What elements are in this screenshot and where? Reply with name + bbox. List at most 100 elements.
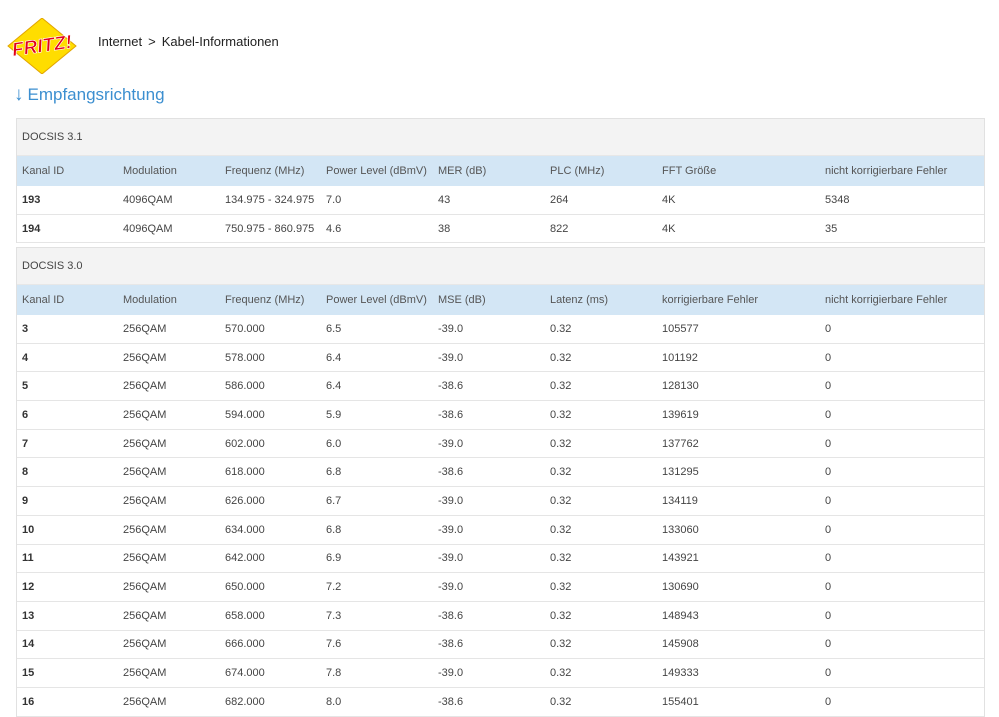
docsis31-panel: DOCSIS 3.1 Kanal ID Modulation Frequenz (M… [16, 118, 985, 244]
table-cell: 194 [17, 214, 118, 244]
table-cell: 0.32 [545, 572, 657, 602]
table-cell: 35 [820, 214, 984, 244]
table-cell: -39.0 [433, 658, 545, 688]
table-cell: 137762 [657, 429, 820, 459]
table-cell: 256QAM [118, 400, 220, 430]
column-header: Latenz (ms) [545, 285, 657, 315]
table-cell: 6.5 [321, 315, 433, 344]
fritz-logo-icon: FRITZ! [7, 17, 77, 75]
table-cell: 586.000 [220, 371, 321, 402]
table-cell: 130690 [657, 572, 820, 602]
table-cell: -38.6 [433, 630, 545, 660]
table-cell: 143921 [657, 544, 820, 574]
docsis30-title: DOCSIS 3.0 [17, 248, 984, 285]
table-cell: 256QAM [118, 486, 220, 516]
table-cell: 134119 [657, 486, 820, 516]
table-cell: 5.9 [321, 400, 433, 430]
table-cell: 7.8 [321, 658, 433, 688]
table-cell: 0.32 [545, 400, 657, 430]
table-cell: 101192 [657, 343, 820, 373]
table-cell: 0.32 [545, 315, 657, 344]
table-cell: 6.8 [321, 457, 433, 488]
table-cell: 618.000 [220, 457, 321, 488]
table-cell: 0.32 [545, 630, 657, 660]
table-cell: 0.32 [545, 343, 657, 373]
table-cell: 256QAM [118, 343, 220, 373]
table-cell: 0 [820, 457, 984, 488]
table-cell: 256QAM [118, 371, 220, 402]
docsis30-table: Kanal ID Modulation Frequenz (MHz) Power Le… [17, 285, 984, 717]
table-cell: 6 [17, 400, 118, 430]
table-cell: 4K [657, 214, 820, 244]
table-cell: -38.6 [433, 371, 545, 402]
column-header: MSE (dB) [433, 285, 545, 315]
table-cell: 822 [545, 214, 657, 244]
table-cell: -38.6 [433, 457, 545, 488]
table-cell: 139619 [657, 400, 820, 430]
table-cell: 148943 [657, 601, 820, 631]
breadcrumb-separator: > [148, 34, 156, 49]
table-cell: 0.32 [545, 457, 657, 488]
table-cell: 105577 [657, 315, 820, 344]
table-row: 16 256QAM 682.000 8.0 -38.6 0.32 155401 0 [17, 687, 984, 717]
table-cell: 256QAM [118, 515, 220, 545]
table-cell: 155401 [657, 687, 820, 717]
table-cell: 11 [17, 544, 118, 574]
table-cell: 7.3 [321, 601, 433, 631]
table-cell: 5348 [820, 186, 984, 215]
column-header: nicht korrigierbare Fehler [820, 156, 984, 186]
column-header: korrigierbare Fehler [657, 285, 820, 315]
table-cell: 0.32 [545, 486, 657, 516]
table-cell: 0 [820, 343, 984, 373]
table-cell: 570.000 [220, 315, 321, 344]
table-cell: 256QAM [118, 457, 220, 488]
breadcrumb: Internet > Kabel-Informationen [98, 34, 279, 49]
table-cell: 650.000 [220, 572, 321, 602]
docsis30-panel: DOCSIS 3.0 Kanal ID Modulation Frequenz (M… [16, 247, 985, 717]
table-cell: 7.2 [321, 572, 433, 602]
table-cell: 8 [17, 457, 118, 488]
column-header: Power Level (dBmV) [321, 156, 433, 186]
section-title[interactable]: ↓ Empfangsrichtung [14, 84, 165, 106]
table-cell: 4K [657, 186, 820, 215]
docsis31-table: Kanal ID Modulation Frequenz (MHz) Power Le… [17, 156, 984, 244]
table-cell: 578.000 [220, 343, 321, 373]
table-row: 5 256QAM 586.000 6.4 -38.6 0.32 128130 0 [17, 371, 984, 402]
table-cell: -38.6 [433, 400, 545, 430]
table-cell: 7.0 [321, 186, 433, 215]
table-cell: 256QAM [118, 658, 220, 688]
table-cell: -38.6 [433, 601, 545, 631]
table-cell: 0 [820, 486, 984, 516]
table-cell: 128130 [657, 371, 820, 402]
table-cell: 7 [17, 429, 118, 459]
table-row: 13 256QAM 658.000 7.3 -38.6 0.32 148943 0 [17, 601, 984, 631]
table-cell: 0 [820, 601, 984, 631]
table-row: 4 256QAM 578.000 6.4 -39.0 0.32 101192 0 [17, 343, 984, 373]
column-header: Power Level (dBmV) [321, 285, 433, 315]
table-cell: 666.000 [220, 630, 321, 660]
column-header: Frequenz (MHz) [220, 156, 321, 186]
table-row: 194 4096QAM 750.975 - 860.975 4.6 38 822 4K 35 [17, 214, 984, 244]
table-cell: 134.975 - 324.975 [220, 186, 321, 215]
table-cell: 256QAM [118, 572, 220, 602]
table-cell: 0 [820, 572, 984, 602]
fritz-logo[interactable]: FRITZ! [6, 17, 78, 75]
table-cell: 0 [820, 515, 984, 545]
table-cell: 13 [17, 601, 118, 631]
table-cell: 256QAM [118, 315, 220, 344]
table-cell: 7.6 [321, 630, 433, 660]
table-cell: 0.32 [545, 544, 657, 574]
table-cell: 256QAM [118, 687, 220, 717]
table-cell: 8.0 [321, 687, 433, 717]
table-cell: 256QAM [118, 544, 220, 574]
column-header: nicht korrigierbare Fehler [820, 285, 984, 315]
table-cell: 4096QAM [118, 214, 220, 244]
table-cell: 682.000 [220, 687, 321, 717]
breadcrumb-item-internet[interactable]: Internet [98, 34, 142, 49]
table-cell: -39.0 [433, 486, 545, 516]
table-cell: 14 [17, 630, 118, 660]
table-cell: 9 [17, 486, 118, 516]
table-cell: 149333 [657, 658, 820, 688]
table-cell: 133060 [657, 515, 820, 545]
table-cell: 12 [17, 572, 118, 602]
